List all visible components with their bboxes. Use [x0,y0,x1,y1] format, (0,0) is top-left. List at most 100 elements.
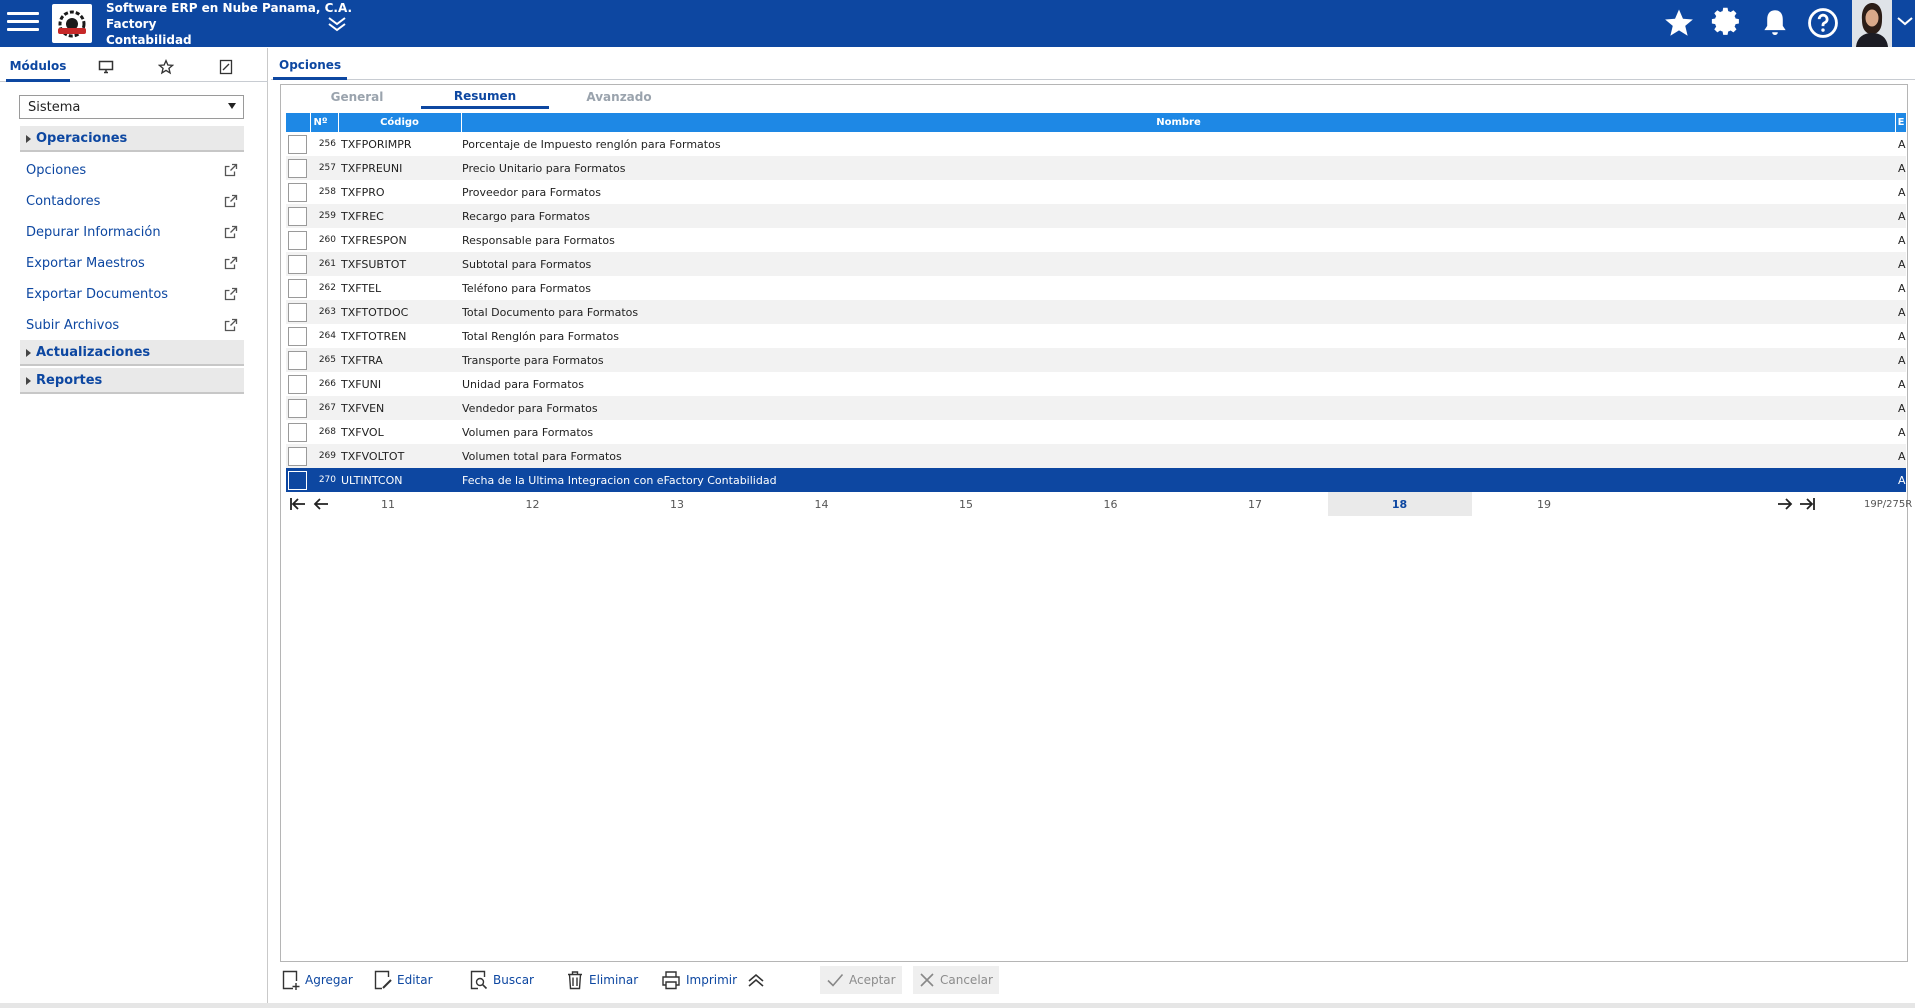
page-number[interactable]: 17 [1183,492,1327,516]
table-row[interactable]: 269 TXFVOLTOT Volumen total para Formatos A [286,444,1906,468]
page-number[interactable]: 13 [605,492,749,516]
menu-icon[interactable] [7,8,39,36]
row-checkbox[interactable] [288,447,307,466]
star-outline-icon[interactable] [148,52,184,82]
group-reportes[interactable]: Reportes [20,368,244,394]
row-checkbox[interactable] [288,471,307,490]
subtab-avanzado[interactable]: Avanzado [555,85,683,109]
row-checkbox[interactable] [288,255,307,274]
column-header-e[interactable]: E [1895,113,1906,132]
column-header-code[interactable]: Código [338,113,460,132]
tab-modulos[interactable]: Módulos [6,52,70,82]
company-info: Software ERP en Nube Panama, C.A. Factor… [106,0,352,48]
delete-button-label: Eliminar [589,973,639,987]
document-icon[interactable] [208,52,244,82]
cell-name: Teléfono para Formatos [462,281,591,295]
bell-icon[interactable] [1758,6,1792,40]
menu-item-contadores[interactable]: Contadores [20,188,244,214]
tab-opciones[interactable]: Opciones [273,52,348,80]
trash-icon [568,971,582,990]
delete-button[interactable]: Eliminar [566,966,638,994]
table-row[interactable]: 258 TXFPRO Proveedor para Formatos A [286,180,1906,204]
module-select[interactable]: Sistema [19,95,244,119]
cell-name: Transporte para Formatos [462,353,604,367]
page-number[interactable]: 19 [1472,492,1616,516]
column-header-num[interactable]: Nº [310,113,330,132]
table-row[interactable]: 260 TXFRESPON Responsable para Formatos A [286,228,1906,252]
cell-e: A [1898,257,1906,271]
cell-num: 264 [318,331,336,341]
print-button[interactable]: Imprimir [661,966,737,994]
cell-num: 267 [318,403,336,413]
table-row[interactable]: 270 ULTINTCON Fecha de la Ultima Integraci… [286,468,1906,492]
row-checkbox[interactable] [288,231,307,250]
cell-name: Volumen para Formatos [462,425,594,439]
page-number[interactable]: 14 [750,492,894,516]
monitor-icon[interactable] [88,52,124,82]
search-button[interactable]: Buscar [470,966,534,994]
page-number[interactable]: 12 [461,492,605,516]
cell-name: Vendedor para Formatos [462,401,598,415]
external-link-icon [224,163,238,177]
double-chevron-down-icon[interactable] [326,14,348,34]
page-number[interactable]: 15 [894,492,1038,516]
cell-name: Precio Unitario para Formatos [462,161,626,175]
cell-code: TXFPRO [341,185,385,199]
page-number[interactable]: 16 [1039,492,1183,516]
menu-item-exportar-documentos[interactable]: Exportar Documentos [20,281,244,307]
table-row[interactable]: 256 TXFPORIMPR Porcentaje de Impuesto reng… [286,132,1906,156]
chevron-down-icon[interactable] [1896,13,1914,33]
add-button[interactable]: Agregar [282,966,353,994]
table-row[interactable]: 262 TXFTEL Teléfono para Formatos A [286,276,1906,300]
row-checkbox[interactable] [288,303,307,322]
table-row[interactable]: 259 TXFREC Recargo para Formatos A [286,204,1906,228]
page-number[interactable]: 11 [316,492,460,516]
menu-item-depurar-informacion[interactable]: Depurar Información [20,219,244,245]
first-page-icon[interactable] [289,496,307,512]
column-header-name[interactable]: Nombre [461,113,1895,132]
table-row[interactable]: 265 TXFTRA Transporte para Formatos A [286,348,1906,372]
table-row[interactable]: 267 TXFVEN Vendedor para Formatos A [286,396,1906,420]
star-icon[interactable] [1662,6,1696,40]
row-checkbox[interactable] [288,423,307,442]
row-checkbox[interactable] [288,279,307,298]
accept-button[interactable]: Aceptar [820,966,902,994]
subtab-resumen[interactable]: Resumen [421,85,549,109]
options-panel: General Resumen Avanzado Nº Código Nombr… [280,84,1912,962]
collapse-toolbar-button[interactable] [746,966,771,994]
table-row[interactable]: 261 TXFSUBTOT Subtotal para Formatos A [286,252,1906,276]
table-row[interactable]: 266 TXFUNI Unidad para Formatos A [286,372,1906,396]
edit-button-label: Editar [397,973,433,987]
row-checkbox[interactable] [288,207,307,226]
group-actualizaciones[interactable]: Actualizaciones [20,340,244,366]
row-checkbox[interactable] [288,327,307,346]
menu-item-opciones[interactable]: Opciones [20,157,244,183]
edit-button[interactable]: Editar [374,966,433,994]
last-page-icon[interactable] [1798,496,1816,512]
row-checkbox[interactable] [288,159,307,178]
row-checkbox[interactable] [288,135,307,154]
next-page-icon[interactable] [1776,496,1794,512]
group-label: Reportes [36,372,103,388]
bottom-divider [0,1003,1915,1008]
row-checkbox[interactable] [288,183,307,202]
printer-icon [662,971,680,990]
menu-item-subir-archivos[interactable]: Subir Archivos [20,312,244,338]
row-checkbox[interactable] [288,351,307,370]
row-checkbox[interactable] [288,375,307,394]
user-avatar[interactable] [1852,0,1892,47]
group-operaciones[interactable]: Operaciones [20,126,244,152]
cancel-button[interactable]: Cancelar [913,966,999,994]
table-row[interactable]: 263 TXFTOTDOC Total Documento para Formato… [286,300,1906,324]
gear-icon[interactable] [1710,6,1744,40]
table-row[interactable]: 268 TXFVOL Volumen para Formatos A [286,420,1906,444]
row-checkbox[interactable] [288,399,307,418]
help-icon[interactable] [1806,6,1840,40]
table-row[interactable]: 257 TXFPREUNI Precio Unitario para Formato… [286,156,1906,180]
table-row[interactable]: 264 TXFTOTREN Total Renglón para Formatos A [286,324,1906,348]
subtab-general[interactable]: General [293,85,421,109]
page-number[interactable]: 18 [1327,492,1472,516]
menu-item-exportar-maestros[interactable]: Exportar Maestros [20,250,244,276]
cell-e: A [1898,209,1906,223]
cell-e: A [1898,425,1906,439]
